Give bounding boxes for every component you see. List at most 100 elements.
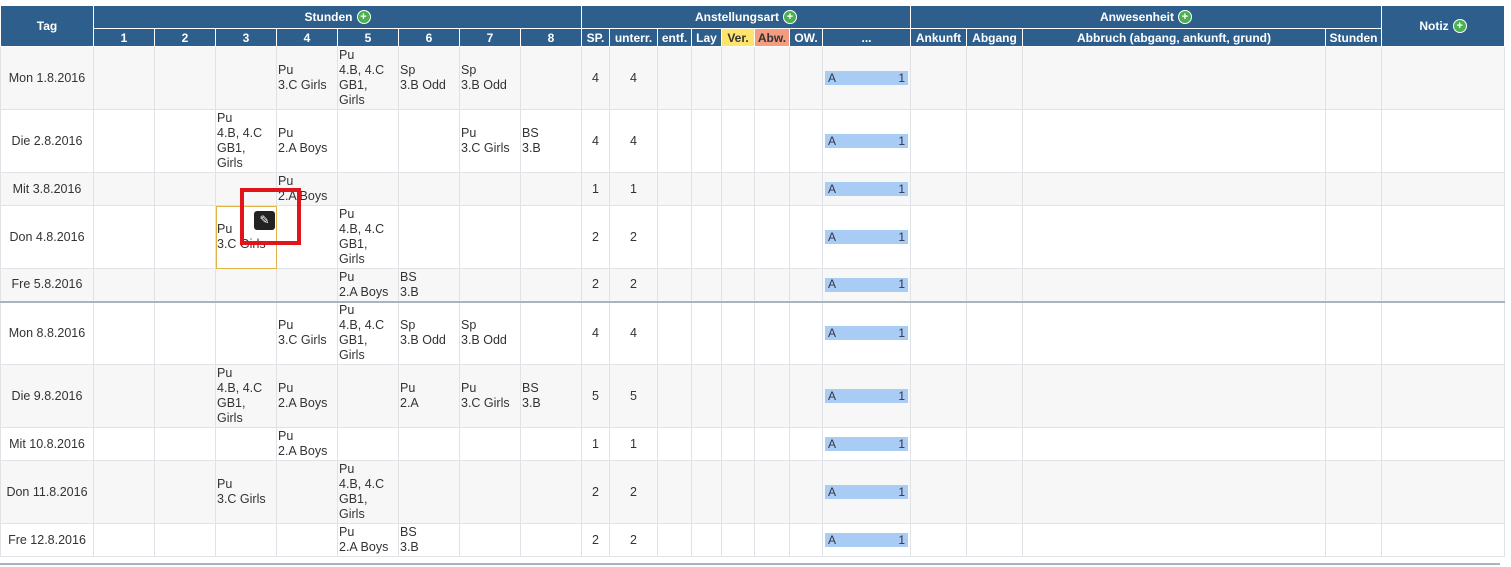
abgang-cell[interactable] (966, 268, 1023, 302)
lesson-cell[interactable] (337, 427, 399, 461)
abw-cell[interactable] (754, 109, 790, 173)
stunden-cell[interactable] (1325, 109, 1382, 173)
lesson-cell[interactable]: Pu 2.A Boys (276, 109, 338, 173)
anstellung-cell[interactable]: A1 (822, 268, 911, 302)
ver-cell[interactable] (721, 205, 755, 269)
lay-cell[interactable] (691, 364, 722, 428)
entf-cell[interactable] (657, 427, 692, 461)
lesson-cell[interactable] (276, 523, 338, 557)
ow-cell[interactable] (789, 46, 823, 110)
lesson-cell[interactable] (154, 364, 216, 428)
pencil-icon[interactable]: ✎ (254, 211, 275, 230)
lay-cell[interactable] (691, 109, 722, 173)
lesson-cell[interactable]: Pu 2.A Boys (276, 427, 338, 461)
entf-cell[interactable] (657, 523, 692, 557)
lesson-cell[interactable] (93, 46, 155, 110)
ankunft-cell[interactable] (910, 172, 967, 206)
notiz-cell[interactable] (1381, 172, 1505, 206)
lesson-cell[interactable] (93, 364, 155, 428)
abbruch-cell[interactable] (1022, 364, 1326, 428)
lesson-cell[interactable] (93, 427, 155, 461)
abw-cell[interactable] (754, 172, 790, 206)
lesson-cell[interactable]: Pu 3.C Girls (459, 364, 521, 428)
stunden-cell[interactable] (1325, 460, 1382, 524)
lesson-cell[interactable] (459, 427, 521, 461)
lesson-cell[interactable]: Pu 4.B, 4.C GB1, Girls (337, 460, 399, 524)
lesson-cell[interactable] (398, 172, 460, 206)
notiz-cell[interactable] (1381, 364, 1505, 428)
lesson-cell[interactable]: BS 3.B (398, 268, 460, 302)
stunden-cell[interactable] (1325, 172, 1382, 206)
anstellung-bar[interactable]: A1 (825, 437, 908, 451)
lay-cell[interactable] (691, 205, 722, 269)
anstellung-bar[interactable]: A1 (825, 277, 908, 292)
ow-cell[interactable] (789, 364, 823, 428)
lay-cell[interactable] (691, 523, 722, 557)
anstellung-cell[interactable]: A1 (822, 523, 911, 557)
abgang-cell[interactable] (966, 46, 1023, 110)
ow-cell[interactable] (789, 427, 823, 461)
stunden-cell[interactable] (1325, 523, 1382, 557)
lesson-cell[interactable] (93, 523, 155, 557)
lesson-cell[interactable]: BS 3.B (520, 364, 582, 428)
lesson-cell[interactable] (154, 205, 216, 269)
abgang-cell[interactable] (966, 460, 1023, 524)
lay-cell[interactable] (691, 172, 722, 206)
anstellung-bar[interactable]: A1 (825, 485, 908, 499)
ow-cell[interactable] (789, 460, 823, 524)
abbruch-cell[interactable] (1022, 268, 1326, 302)
abgang-cell[interactable] (966, 109, 1023, 173)
lay-cell[interactable] (691, 46, 722, 110)
lesson-cell[interactable] (459, 172, 521, 206)
lesson-cell[interactable]: Pu 4.B, 4.C GB1, Girls (337, 205, 399, 269)
stunden-cell[interactable] (1325, 205, 1382, 269)
entf-cell[interactable] (657, 268, 692, 302)
lesson-cell[interactable]: Sp 3.B Odd (398, 300, 460, 365)
lesson-cell[interactable] (520, 172, 582, 206)
lesson-cell[interactable] (154, 427, 216, 461)
anstellung-cell[interactable]: A1 (822, 205, 911, 269)
lesson-cell[interactable]: Pu 2.A Boys (276, 172, 338, 206)
lesson-cell[interactable] (520, 205, 582, 269)
ver-cell[interactable] (721, 364, 755, 428)
ankunft-cell[interactable] (910, 523, 967, 557)
anstellung-bar[interactable]: A1 (825, 230, 908, 244)
lesson-cell[interactable] (154, 109, 216, 173)
lesson-cell[interactable] (154, 268, 216, 302)
ow-cell[interactable] (789, 172, 823, 206)
notiz-cell[interactable] (1381, 109, 1505, 173)
lesson-cell[interactable]: Pu 4.B, 4.C GB1, Girls (337, 300, 399, 365)
add-anwesenheit-plus-icon[interactable]: + (1178, 10, 1192, 25)
ver-cell[interactable] (721, 300, 755, 365)
lesson-cell[interactable] (459, 523, 521, 557)
lesson-cell[interactable] (398, 205, 460, 269)
anstellung-bar[interactable]: A1 (825, 533, 908, 547)
lesson-cell[interactable] (154, 172, 216, 206)
lesson-cell[interactable]: Pu 2.A (398, 364, 460, 428)
lesson-cell[interactable]: Pu 2.A Boys (337, 268, 399, 302)
lesson-cell[interactable] (93, 268, 155, 302)
ow-cell[interactable] (789, 205, 823, 269)
anstellung-bar[interactable]: A1 (825, 134, 908, 148)
entf-cell[interactable] (657, 109, 692, 173)
ver-cell[interactable] (721, 460, 755, 524)
lesson-cell[interactable] (93, 300, 155, 365)
entf-cell[interactable] (657, 172, 692, 206)
lesson-cell[interactable] (337, 109, 399, 173)
lesson-cell[interactable]: Pu 3.C Girls (215, 460, 277, 524)
ver-cell[interactable] (721, 46, 755, 110)
stunden-cell[interactable] (1325, 46, 1382, 110)
add-stunden-plus-icon[interactable]: + (356, 10, 371, 25)
stunden-cell[interactable] (1325, 300, 1382, 365)
ow-cell[interactable] (789, 523, 823, 557)
lesson-cell[interactable] (154, 300, 216, 365)
abw-cell[interactable] (754, 46, 790, 110)
lesson-cell[interactable]: BS 3.B (398, 523, 460, 557)
abgang-cell[interactable] (966, 523, 1023, 557)
lesson-cell[interactable] (93, 460, 155, 524)
lesson-cell[interactable]: Pu 4.B, 4.C GB1, Girls (337, 46, 399, 110)
col-tag[interactable]: Tag (0, 5, 94, 47)
abw-cell[interactable] (754, 205, 790, 269)
lesson-cell[interactable] (215, 427, 277, 461)
lesson-cell[interactable] (520, 427, 582, 461)
